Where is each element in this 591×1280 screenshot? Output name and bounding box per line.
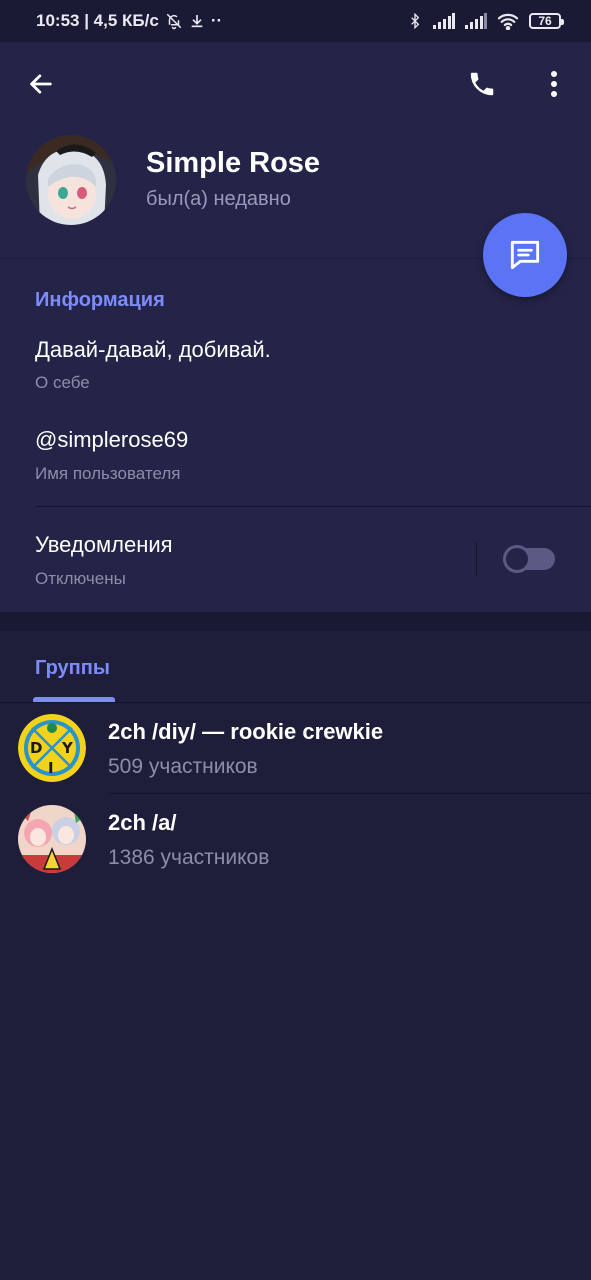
- group-name: 2ch /diy/ — rookie crewkie: [108, 719, 384, 744]
- svg-text:Y: Y: [61, 739, 74, 757]
- arrow-left-icon: [30, 74, 52, 94]
- group-avatar: D Y I: [18, 714, 86, 782]
- bio-caption: О себе: [35, 373, 90, 392]
- groups-section: Группы D Y I 2ch /diy/ — rookie crewkie …: [0, 631, 591, 1280]
- status-time-speed: 10:53 | 4,5 КБ/с: [36, 11, 159, 30]
- status-bar: 10:53 | 4,5 КБ/с ·· 76: [0, 0, 591, 42]
- bell-off-icon: [165, 12, 183, 30]
- more-vertical-icon: [551, 71, 557, 97]
- bluetooth-icon: [407, 11, 423, 31]
- group-item[interactable]: 2ch /a/ 1386 участников: [0, 794, 591, 884]
- group-avatar: [18, 805, 86, 873]
- notifications-caption: Отключены: [35, 569, 126, 588]
- battery-indicator: 76: [529, 13, 564, 29]
- profile-avatar[interactable]: [26, 135, 116, 225]
- profile-name: Simple Rose: [146, 147, 321, 179]
- more-options-button[interactable]: [532, 62, 576, 106]
- toggle-separator: [476, 542, 477, 576]
- username-caption: Имя пользователя: [35, 464, 181, 483]
- phone-icon: [470, 72, 494, 96]
- section-gap: [0, 612, 591, 631]
- group-name: 2ch /a/: [108, 810, 177, 835]
- wifi-icon: [497, 12, 519, 30]
- svg-text:D: D: [30, 739, 42, 757]
- group-item[interactable]: D Y I 2ch /diy/ — rookie crewkie 509 уча…: [0, 703, 591, 793]
- back-button[interactable]: [19, 62, 63, 106]
- download-icon: [189, 13, 205, 29]
- message-icon: [510, 240, 540, 270]
- group-members-count: 509 участников: [108, 755, 258, 778]
- bio-text[interactable]: Давай-давай, добивай.: [35, 337, 271, 363]
- tab-groups[interactable]: Группы: [35, 657, 110, 680]
- info-section: Информация Давай-давай, добивай. О себе …: [0, 259, 591, 612]
- profile-last-seen: был(а) недавно: [146, 188, 291, 210]
- username-text[interactable]: @simplerose69: [35, 427, 188, 453]
- send-message-button[interactable]: [483, 213, 567, 297]
- signal-2-icon: [465, 13, 487, 29]
- svg-text:I: I: [48, 759, 54, 777]
- toggle-thumb: [503, 545, 531, 573]
- signal-icon: [433, 13, 455, 29]
- notifications-toggle[interactable]: [503, 545, 555, 573]
- group-members-count: 1386 участников: [108, 846, 270, 869]
- info-section-title: Информация: [35, 289, 165, 311]
- call-button[interactable]: [460, 62, 504, 106]
- status-more-dots: ··: [210, 11, 223, 30]
- notifications-label[interactable]: Уведомления: [35, 532, 173, 558]
- divider: [35, 506, 591, 507]
